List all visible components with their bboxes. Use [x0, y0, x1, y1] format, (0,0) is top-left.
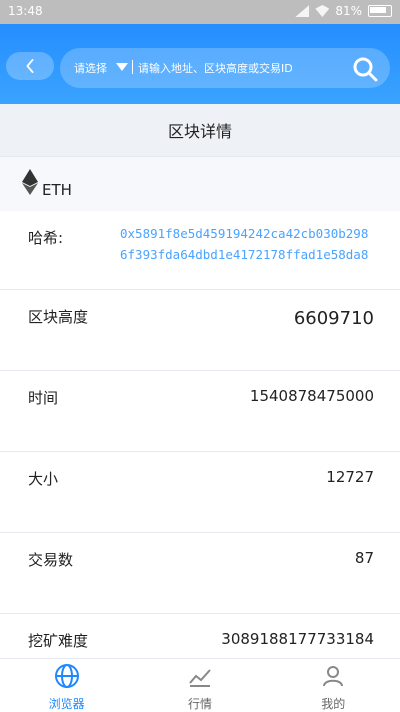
bottom-tab-bar: 浏览器 行情 我的 — [0, 658, 400, 712]
chart-icon — [189, 669, 211, 687]
tab-mine[interactable]: 我的 — [273, 659, 393, 712]
difficulty-value: 3089188177733184 — [221, 630, 374, 648]
size-value: 12727 — [326, 468, 374, 486]
chevron-left-icon — [26, 59, 34, 73]
wifi-icon — [315, 5, 330, 17]
tab-market[interactable]: 行情 — [140, 659, 260, 712]
page-title-text: 区块详情 — [167, 122, 232, 141]
difficulty-label: 挖矿难度 — [28, 632, 89, 650]
height-row: 区块高度 6609710 — [0, 290, 400, 371]
eth-diamond-icon — [22, 169, 38, 195]
type-select[interactable]: 请选择 — [74, 60, 107, 76]
size-label: 大小 — [28, 470, 59, 488]
battery-text: 81% — [335, 4, 362, 18]
tab-browser[interactable]: 浏览器 — [7, 659, 127, 712]
tab-mine-label: 我的 — [321, 697, 346, 711]
search-input[interactable]: 请输入地址、区块高度或交易ID — [138, 60, 293, 76]
size-row: 大小 12727 — [0, 452, 400, 533]
search-divider — [132, 60, 133, 74]
detail-list: 哈希: 0x5891f8e5d459194242ca42cb030b2986f3… — [0, 211, 400, 675]
tab-market-label: 行情 — [187, 697, 212, 711]
hash-row: 哈希: 0x5891f8e5d459194242ca42cb030b2986f3… — [0, 211, 400, 290]
back-button[interactable] — [6, 52, 54, 80]
status-icons: 81% — [295, 4, 392, 18]
tab-browser-label: 浏览器 — [48, 697, 85, 711]
chevron-down-icon[interactable] — [116, 63, 128, 71]
hash-label: 哈希: — [28, 229, 64, 247]
battery-icon — [368, 5, 392, 17]
time-row: 时间 1540878475000 — [0, 371, 400, 452]
status-time: 13:48 — [8, 4, 43, 18]
height-label: 区块高度 — [28, 308, 89, 326]
height-value: 6609710 — [293, 308, 374, 329]
tx-count-value: 87 — [354, 549, 374, 567]
time-label: 时间 — [28, 389, 59, 407]
search-bar[interactable]: 请选择 请输入地址、区块高度或交易ID — [60, 48, 390, 88]
page-title: 区块详情 — [0, 104, 400, 156]
coin-row: ETH — [0, 156, 400, 212]
tx-count-row: 交易数 87 — [0, 533, 400, 614]
time-value: 1540878475000 — [249, 387, 374, 405]
status-bar: 13:48 81% — [0, 0, 400, 24]
signal-icon — [295, 5, 310, 17]
globe-icon — [54, 664, 79, 688]
user-icon — [323, 666, 344, 687]
coin-name: ETH — [42, 181, 72, 199]
search-icon[interactable] — [352, 56, 378, 82]
hash-value[interactable]: 0x5891f8e5d459194242ca42cb030b2986f393fd… — [120, 223, 375, 265]
tx-count-label: 交易数 — [28, 551, 74, 569]
